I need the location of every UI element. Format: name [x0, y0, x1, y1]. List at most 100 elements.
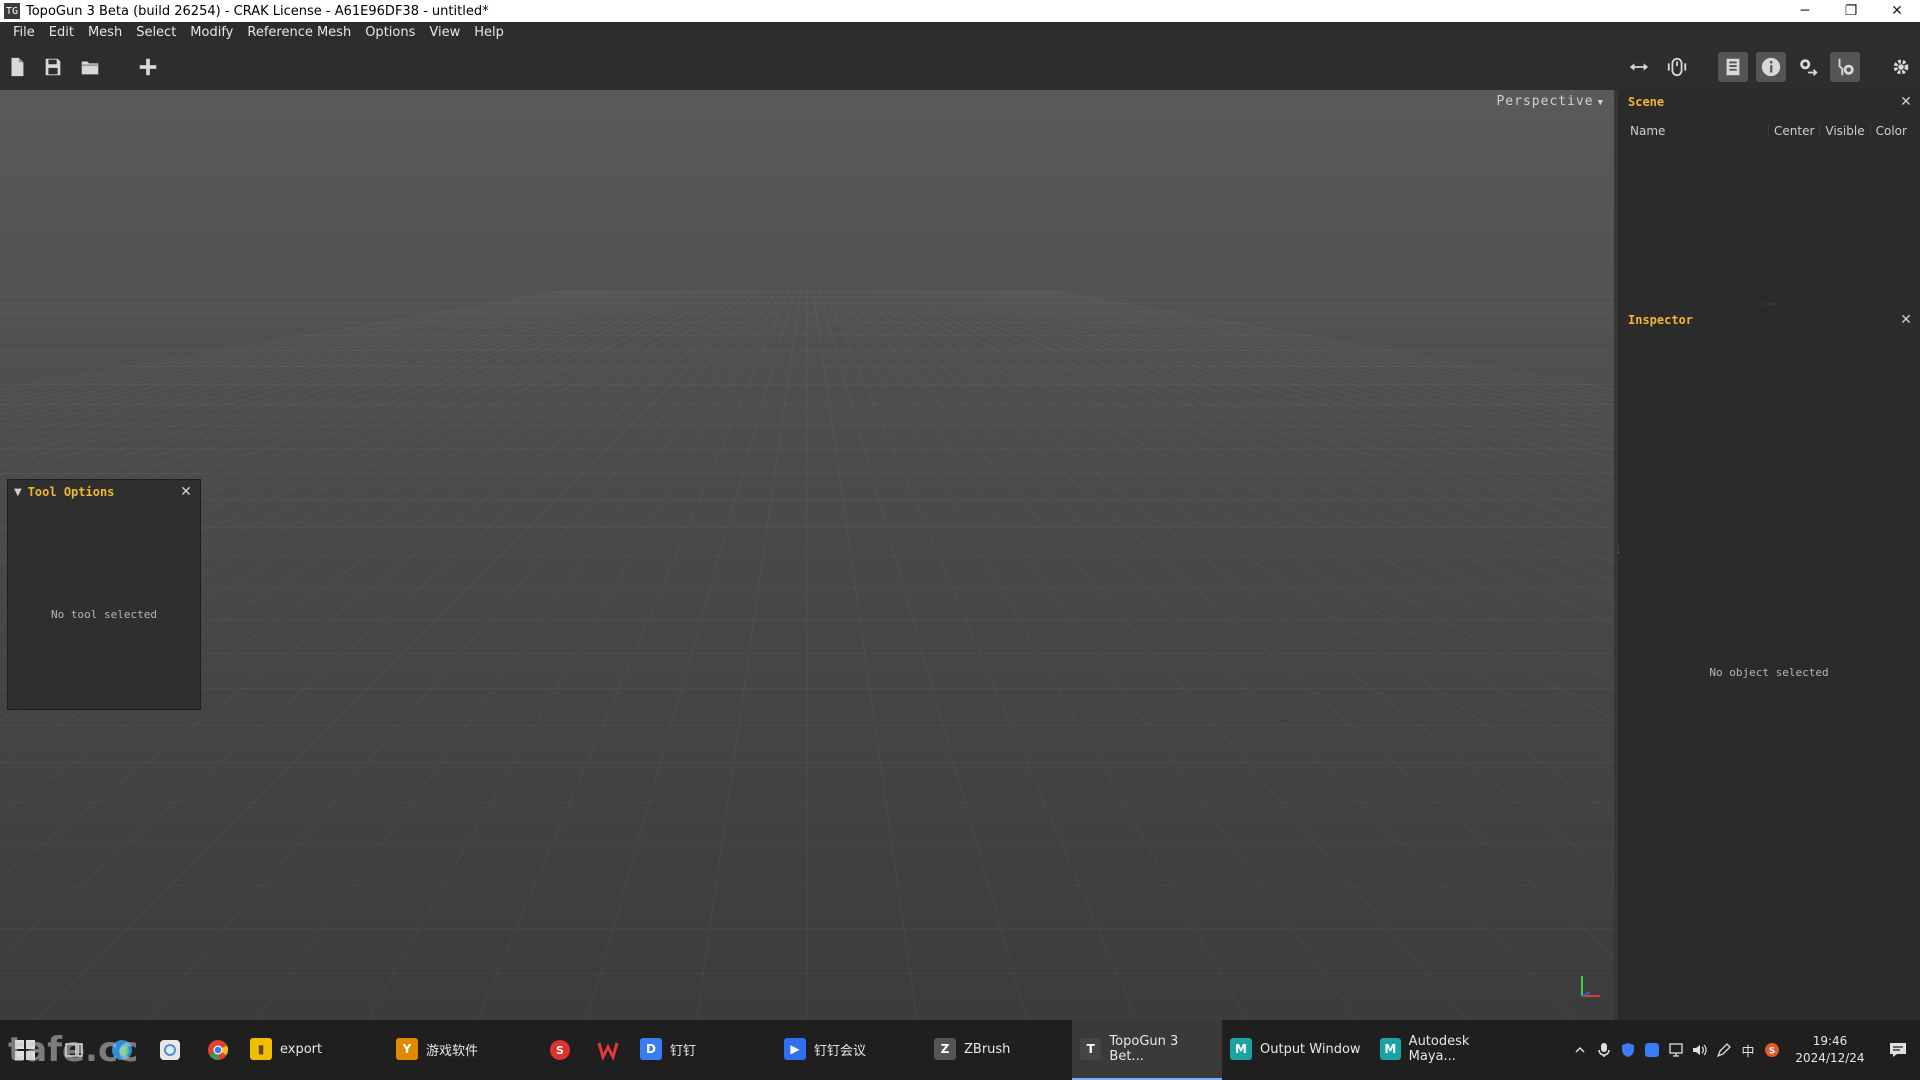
watermark-logo: tafe.cc: [8, 1030, 139, 1070]
zbrush-icon: Z: [934, 1038, 956, 1060]
camera-dropdown[interactable]: Perspective ▼: [1496, 94, 1604, 109]
scene-close-button[interactable]: ✕: [1898, 94, 1914, 110]
info-icon: [1761, 57, 1781, 77]
scene-title: Scene: [1628, 95, 1665, 109]
no-object-message: No object selected: [1709, 666, 1829, 679]
notification-center-button[interactable]: [1876, 1020, 1920, 1080]
notification-icon: [1890, 1043, 1906, 1057]
taskbar-app-autodesk-maya[interactable]: M Autodesk Maya...: [1372, 1020, 1522, 1080]
scene-column-headers: Name Center Visible Color: [1618, 120, 1920, 142]
folder-icon: ▮: [250, 1038, 272, 1060]
viewport-grid: [0, 289, 1614, 1020]
title-bar: TG TopoGun 3 Beta (build 26254) - CRAK L…: [0, 0, 1920, 22]
inspector-title: Inspector: [1628, 313, 1694, 327]
mouse-button[interactable]: [1662, 52, 1692, 82]
maya-icon: M: [1380, 1038, 1401, 1060]
menu-help[interactable]: Help: [467, 22, 511, 44]
menu-reference-mesh[interactable]: Reference Mesh: [240, 22, 358, 44]
menu-file[interactable]: File: [6, 22, 42, 44]
menu-edit[interactable]: Edit: [42, 22, 81, 44]
column-center[interactable]: Center: [1768, 124, 1819, 138]
no-tool-message: No tool selected: [51, 608, 157, 621]
camera-label: Perspective: [1496, 94, 1594, 109]
svg-text:S: S: [1769, 1047, 1775, 1057]
dropdown-arrow-icon: ▼: [1597, 98, 1604, 108]
dingtalk-tray-icon: [1645, 1043, 1659, 1057]
wps-icon: [597, 1042, 619, 1061]
network-tray-button[interactable]: [1664, 1020, 1688, 1080]
ime-tray-button[interactable]: 中: [1736, 1020, 1760, 1080]
menu-modify[interactable]: Modify: [183, 22, 240, 44]
game-software-icon: Y: [396, 1038, 418, 1060]
gear-icon: [1893, 59, 1909, 75]
chrome-button[interactable]: [194, 1020, 242, 1080]
microphone-tray-button[interactable]: [1592, 1020, 1616, 1080]
svg-text:S: S: [556, 1044, 564, 1057]
main-toolbar: [0, 44, 1920, 90]
show-hidden-icons-button[interactable]: [1568, 1020, 1592, 1080]
taskbar-app-zbrush[interactable]: Z ZBrush: [926, 1020, 1072, 1080]
new-file-button[interactable]: [2, 52, 32, 82]
taskbar-app-label: 钉钉: [670, 1043, 697, 1059]
volume-tray-button[interactable]: [1688, 1020, 1712, 1080]
sogou-icon: S: [550, 1040, 570, 1060]
wps-button[interactable]: [584, 1020, 632, 1080]
pen-tray-button[interactable]: [1712, 1020, 1736, 1080]
tool-options-header: ▼ Tool Options ✕: [8, 480, 200, 504]
sogou-tray-icon: S: [1765, 1043, 1779, 1057]
clock[interactable]: 19:46 2024/12/24: [1784, 1033, 1876, 1067]
window-title: TopoGun 3 Beta (build 26254) - CRAK Lice…: [26, 3, 489, 19]
sogou-button[interactable]: S: [536, 1020, 584, 1080]
menu-options[interactable]: Options: [358, 22, 422, 44]
taskbar-app-dingtalk-meeting[interactable]: ▶ 钉钉会议: [776, 1020, 926, 1080]
open-folder-icon: [81, 61, 99, 75]
tool-settings-button[interactable]: [1830, 52, 1860, 82]
move-button[interactable]: [1624, 52, 1654, 82]
shield-icon: [1622, 1043, 1634, 1057]
menu-select[interactable]: Select: [129, 22, 183, 44]
dock-resize-handle[interactable]: ⋮: [1614, 545, 1623, 567]
taskbar-app-dingtalk[interactable]: D 钉钉: [632, 1020, 776, 1080]
column-visible[interactable]: Visible: [1819, 124, 1869, 138]
transfer-settings-button[interactable]: [1793, 52, 1823, 82]
taskbar-app-label: Autodesk Maya...: [1408, 1034, 1470, 1064]
clock-date: 2024/12/24: [1795, 1051, 1865, 1065]
mouse-icon: [1667, 57, 1687, 77]
inspector-close-button[interactable]: ✕: [1898, 312, 1914, 328]
3d-viewport[interactable]: Perspective ▼: [0, 90, 1614, 1020]
windows-taskbar: ▮ export Y 游戏软件 S D 钉钉 ▶ 钉钉会议 Z ZBrush T…: [0, 1020, 1920, 1080]
dingtalk-tray-button[interactable]: [1640, 1020, 1664, 1080]
add-button[interactable]: [133, 52, 163, 82]
menu-view[interactable]: View: [422, 22, 467, 44]
taskbar-app-output-window[interactable]: M Output Window: [1222, 1020, 1372, 1080]
taskbar-app-topogun[interactable]: T TopoGun 3 Bet...: [1072, 1020, 1222, 1080]
taskbar-app-label: 游戏软件: [426, 1043, 479, 1059]
axis-gizmo-icon: [1581, 976, 1600, 997]
inspector-panel: Inspector ✕ No object selected: [1618, 308, 1920, 1020]
minimize-button[interactable]: ─: [1782, 0, 1828, 22]
restore-button[interactable]: ❐: [1828, 0, 1874, 22]
taskbar-app-game-software[interactable]: Y 游戏软件: [388, 1020, 536, 1080]
inspector-button[interactable]: [1756, 52, 1786, 82]
open-button[interactable]: [75, 52, 105, 82]
dingtalk-icon: D: [640, 1038, 662, 1060]
maya-icon: M: [1230, 1038, 1252, 1060]
photos-button[interactable]: [146, 1020, 194, 1080]
security-tray-button[interactable]: [1616, 1020, 1640, 1080]
column-color[interactable]: Color: [1869, 124, 1912, 138]
taskbar-app-export[interactable]: ▮ export: [242, 1020, 388, 1080]
scene-list-button[interactable]: [1718, 52, 1748, 82]
menu-mesh[interactable]: Mesh: [81, 22, 129, 44]
menu-bar: File Edit Mesh Select Modify Reference M…: [0, 22, 1920, 44]
tool-options-close-button[interactable]: ✕: [178, 484, 194, 500]
collapse-triangle-icon[interactable]: ▼: [14, 487, 22, 498]
photos-icon: [160, 1040, 180, 1060]
column-name[interactable]: Name: [1618, 124, 1768, 138]
preferences-button[interactable]: [1886, 52, 1916, 82]
sogou-tray-button[interactable]: S: [1760, 1020, 1784, 1080]
dingtalk-meeting-icon: ▶: [784, 1038, 806, 1060]
close-button[interactable]: ✕: [1874, 0, 1920, 22]
panel-splitter[interactable]: ·····: [1618, 300, 1920, 309]
save-button[interactable]: [38, 52, 68, 82]
clock-time: 19:46: [1812, 1034, 1848, 1048]
